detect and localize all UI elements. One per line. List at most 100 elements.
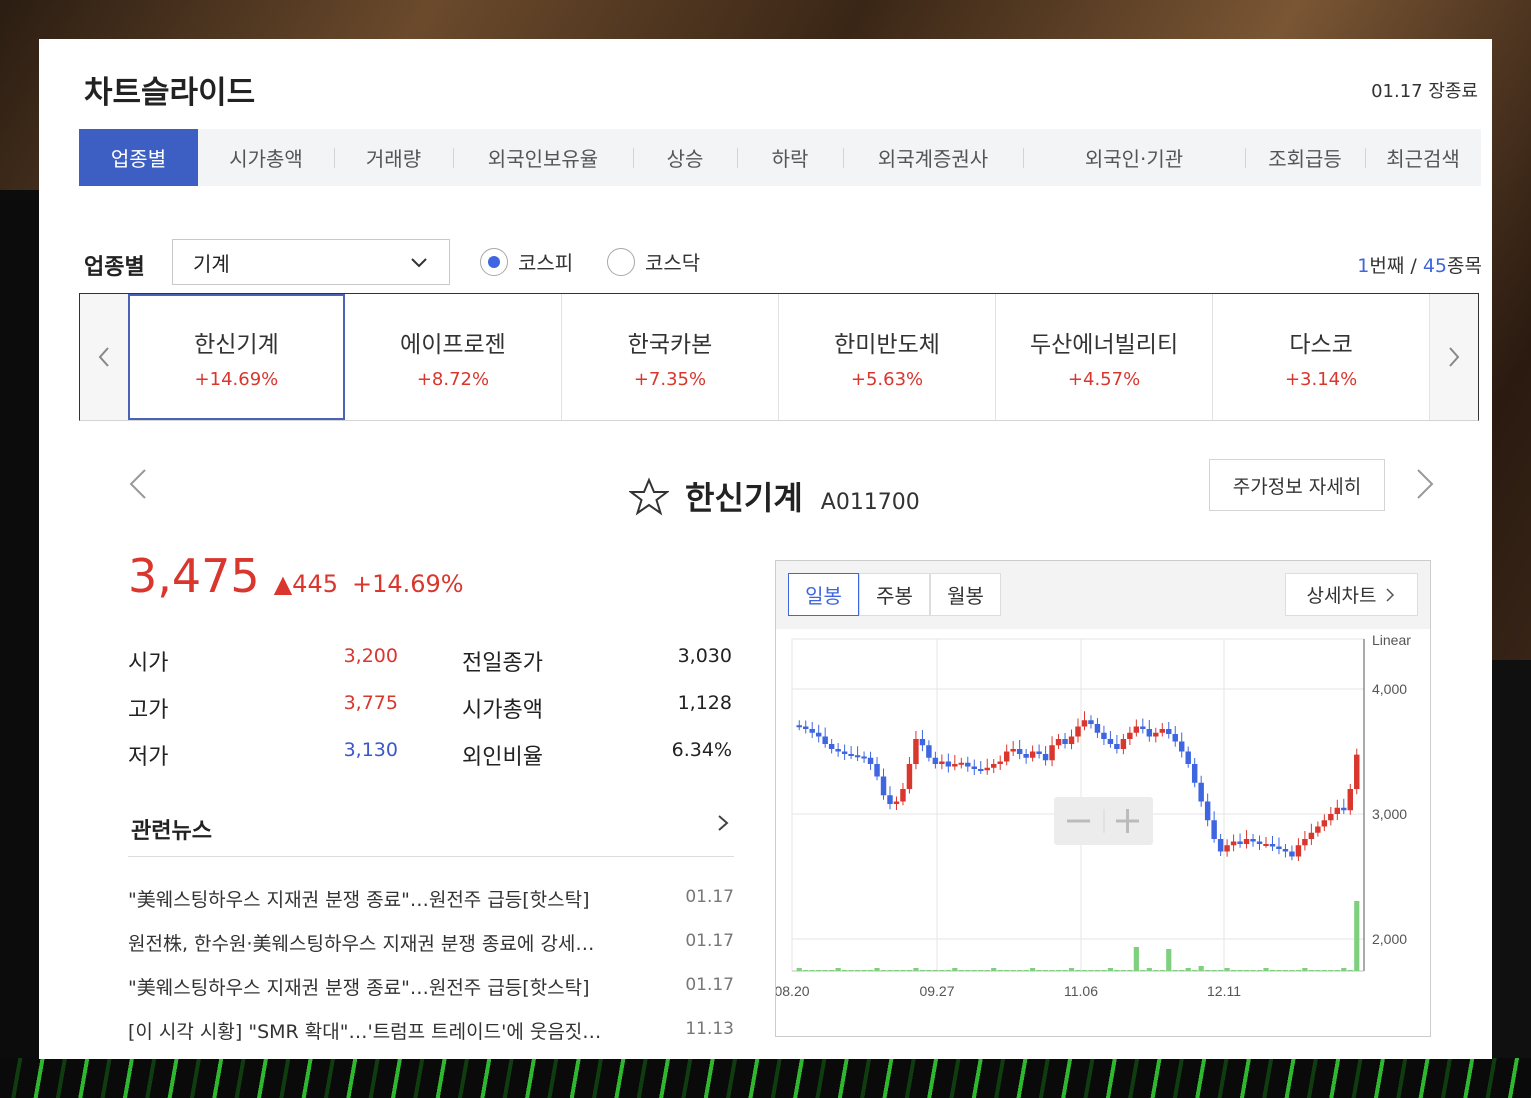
strip-next-button[interactable] [1430, 294, 1478, 420]
detail-chart-button[interactable]: 상세차트 [1285, 573, 1418, 616]
volume-bar [1081, 970, 1088, 971]
volume-bar [1172, 970, 1178, 971]
news-date: 11.13 [685, 1019, 734, 1039]
volume-bar [1315, 970, 1321, 971]
volume-bar [842, 970, 848, 971]
radio-unchecked-icon [607, 247, 635, 276]
volume-bar [1334, 970, 1340, 971]
candle-body [1347, 789, 1353, 811]
tab-industry[interactable]: 업종별 [79, 129, 198, 186]
stock-detail-button[interactable]: 주가정보 자세히 [1209, 459, 1385, 511]
candle-body [971, 766, 977, 769]
news-item[interactable]: 원전株, 한수원·美웨스팅하우스 지재권 분쟁 종료에 강세… 01.17 [128, 921, 734, 965]
volume-bar [1120, 970, 1126, 971]
volume-bar [1127, 970, 1133, 971]
volume-bar [1133, 947, 1139, 971]
strip-prev-button[interactable] [80, 294, 128, 420]
candle-body [809, 729, 815, 733]
news-headline: [이 시각 시황] "SMR 확대"…'트럼프 트레이드'에 웃음짓… [128, 1021, 602, 1043]
strip-item[interactable]: 에이프로젠 +8.72% [344, 294, 562, 420]
radio-kosdaq[interactable]: 코스닥 [607, 247, 700, 276]
prev-stock-button[interactable] [127, 467, 149, 510]
volume-bar [1017, 970, 1023, 971]
candle-body [1127, 732, 1133, 739]
news-item[interactable]: [이 시각 시황] "SMR 확대"…'트럼프 트레이드'에 웃음짓… 11.1… [128, 1009, 734, 1053]
page-title: 차트슬라이드 [84, 75, 256, 111]
candle-body [1321, 820, 1328, 827]
related-news-header[interactable]: 관련뉴스 [128, 809, 734, 857]
tab-market-cap[interactable]: 시가총액 [198, 129, 334, 186]
background-dark-left [0, 190, 40, 1098]
candle-body [1302, 839, 1308, 846]
volume-bar [991, 968, 997, 971]
volume-bar [1055, 970, 1062, 971]
stat-row: 저가 3,130 외인비율 6.34% [128, 733, 734, 780]
news-item[interactable]: "美웨스팅하우스 지재권 분쟁 종료"…원전주 급등[핫스탁] 01.17 [128, 877, 734, 921]
strip-item[interactable]: 한미반도체 +5.63% [779, 294, 997, 420]
candle-body [1289, 851, 1295, 857]
strip-item[interactable]: 다스코 +3.14% [1213, 294, 1431, 420]
news-item[interactable]: "美웨스팅하우스 지재권 분쟁 종료"…원전주 급등[핫스탁] 01.17 [128, 965, 734, 1009]
background-bottom [0, 1058, 1531, 1098]
candle-body [1191, 764, 1198, 783]
volume-bar [1205, 970, 1211, 971]
filter-label: 업종별 [84, 255, 145, 280]
strip-item[interactable]: 두산에너빌리티 +4.57% [996, 294, 1214, 420]
candle-body [1250, 839, 1256, 842]
volume-bar [1140, 970, 1146, 971]
volume-bar [971, 970, 977, 971]
candle-body [1211, 820, 1217, 839]
tab-search-surge[interactable]: 조회급등 [1245, 129, 1365, 186]
x-tick-label: 09.27 [919, 983, 954, 999]
radio-kospi[interactable]: 코스피 [480, 247, 573, 276]
volume-bar [1062, 970, 1068, 971]
candlestick-chart[interactable]: 4,000 3,000 2,000 Linear 08.20 09.27 11.06 12.1… [776, 629, 1430, 1037]
volume-bar [1030, 968, 1036, 971]
period-tab-daily[interactable]: 일봉 [788, 573, 859, 616]
tab-foreign-holding[interactable]: 외국인보유율 [453, 129, 633, 186]
next-stock-button[interactable] [1414, 467, 1436, 510]
candle-body [1042, 754, 1049, 761]
price-block: 3,475 ▲445 +14.69% [128, 549, 464, 603]
strip-item[interactable]: 한신기계 +14.69% [127, 294, 345, 420]
tab-recent-search[interactable]: 최근검색 [1365, 129, 1481, 186]
volume-bar [887, 970, 893, 971]
volume-bar [1075, 970, 1081, 971]
volume-bar [1263, 968, 1269, 971]
tab-falling[interactable]: 하락 [737, 129, 843, 186]
candle-body [952, 764, 958, 767]
stat-row: 시가 3,200 전일종가 3,030 [128, 639, 734, 686]
industry-select[interactable]: 기계 [172, 239, 450, 285]
candle-body [945, 761, 952, 767]
radio-checked-icon [480, 247, 508, 276]
zoom-control[interactable] [1054, 797, 1153, 845]
volume-bar [861, 970, 867, 971]
strip-item[interactable]: 한국카본 +7.35% [561, 294, 779, 420]
tab-volume[interactable]: 거래량 [334, 129, 453, 186]
volume-bar [906, 970, 913, 971]
tab-foreign-brokers[interactable]: 외국계증권사 [843, 129, 1023, 186]
volume-bar [984, 970, 990, 971]
volume-bar [1153, 970, 1159, 971]
tab-foreign-institution[interactable]: 외국인·기관 [1023, 129, 1245, 186]
period-tab-monthly[interactable]: 월봉 [930, 573, 1001, 616]
candle-body [887, 795, 893, 804]
volume-bar [809, 970, 815, 971]
star-icon[interactable] [629, 477, 669, 517]
y-tick-label: 2,000 [1372, 931, 1407, 947]
candle-body [1263, 844, 1269, 846]
volume-bar [1302, 968, 1308, 971]
candle-body [854, 755, 861, 758]
period-tab-weekly[interactable]: 주봉 [859, 573, 930, 616]
tab-rising[interactable]: 상승 [633, 129, 737, 186]
volume-bar [1347, 970, 1353, 971]
volume-bar [1023, 970, 1029, 971]
candle-body [1016, 749, 1023, 754]
candle-body [1243, 839, 1250, 844]
candle-body [926, 745, 932, 758]
volume-bar [816, 970, 822, 971]
stat-label: 고가 [128, 698, 169, 723]
candle-body [991, 764, 997, 768]
candle-body [1062, 739, 1068, 744]
candle-body [1198, 782, 1204, 802]
